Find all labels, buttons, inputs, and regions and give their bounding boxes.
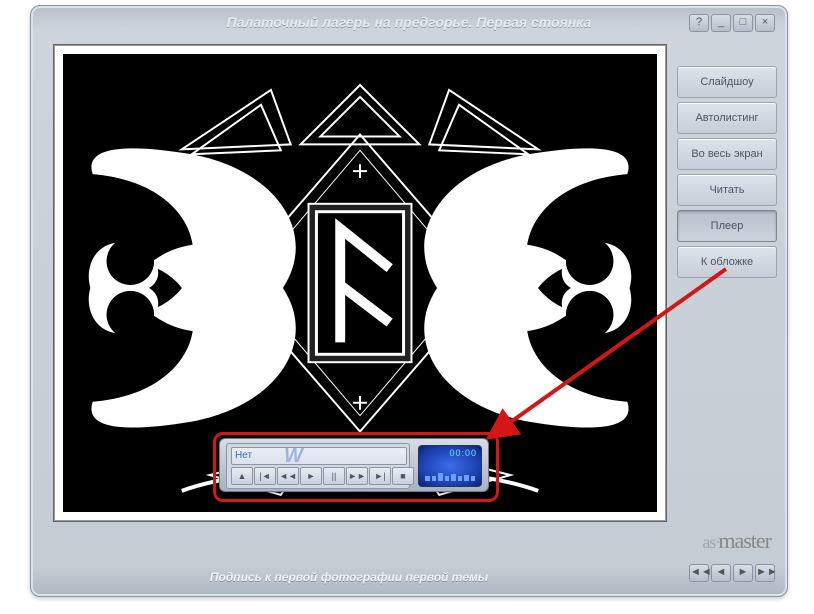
track-time: 00:00 xyxy=(449,448,477,458)
close-button[interactable]: × xyxy=(755,14,775,32)
brand-right: master xyxy=(718,528,771,553)
rewind-button[interactable]: ◄◄ xyxy=(277,467,299,485)
maximize-button[interactable]: □ xyxy=(733,14,753,32)
read-button[interactable]: Читать xyxy=(677,174,777,206)
audio-player: W Нет ▲ |◄ ◄◄ ► || ►► ►| ■ 00:00 xyxy=(219,438,489,492)
page-nav: ◄◄ ◄ ► ►► xyxy=(689,564,775,582)
brand-left: as xyxy=(702,532,715,552)
stop-button[interactable]: ■ xyxy=(392,467,414,485)
autolist-button[interactable]: Автолистинг xyxy=(677,102,777,134)
equalizer-icon xyxy=(425,461,475,481)
nav-last-button[interactable]: ►► xyxy=(755,564,775,582)
help-button[interactable]: ? xyxy=(689,14,709,32)
player-visualizer: 00:00 xyxy=(418,445,482,487)
window-title: Палаточный лагерь на предгорье. Первая с… xyxy=(227,14,592,30)
nav-first-button[interactable]: ◄◄ xyxy=(689,564,709,582)
nav-prev-button[interactable]: ◄ xyxy=(711,564,731,582)
play-button[interactable]: ► xyxy=(300,467,322,485)
fullscreen-button[interactable]: Во весь экран xyxy=(677,138,777,170)
prev-track-button[interactable]: |◄ xyxy=(254,467,276,485)
player-watermark-icon: W xyxy=(284,447,303,465)
track-display[interactable]: W Нет xyxy=(231,447,407,465)
minimize-button[interactable]: _ xyxy=(711,14,731,32)
to-cover-button[interactable]: К обложке xyxy=(677,246,777,278)
forward-button[interactable]: ►► xyxy=(346,467,368,485)
slideshow-button[interactable]: Слайдшоу xyxy=(677,66,777,98)
photo-caption: Подпись к первой фотографии первой темы xyxy=(31,570,667,584)
brand-logo: as·master xyxy=(702,528,773,554)
pause-button[interactable]: || xyxy=(323,467,345,485)
sidebar: Слайдшоу Автолистинг Во весь экран Читат… xyxy=(677,66,777,278)
player-button[interactable]: Плеер xyxy=(677,210,777,242)
eject-button[interactable]: ▲ xyxy=(231,467,253,485)
title-bar: Палаточный лагерь на предгорье. Первая с… xyxy=(31,6,787,38)
track-text: Нет xyxy=(235,450,252,461)
nav-next-button[interactable]: ► xyxy=(733,564,753,582)
next-track-button[interactable]: ►| xyxy=(369,467,391,485)
